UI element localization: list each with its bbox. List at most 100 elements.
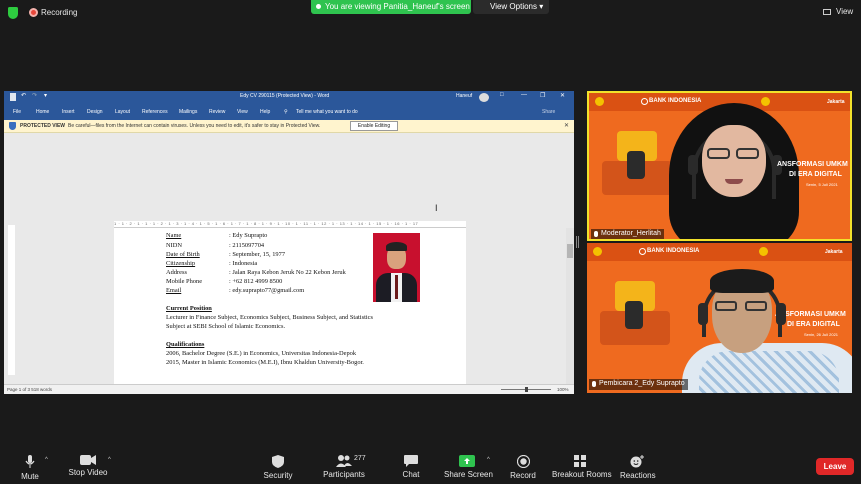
cv-position-line: Subject at SEBI School of Islamic Econom… bbox=[166, 323, 286, 330]
cv-position-line: Lecturer in Finance Subject, Economics S… bbox=[166, 314, 373, 321]
view-options-label: View Options bbox=[490, 2, 537, 11]
ribbon-tabs: File Home Insert Design Layout Reference… bbox=[4, 104, 574, 120]
video-tile-speaker[interactable]: BANK INDONESIA Jakarta ANSFORMASI UMKM D… bbox=[587, 243, 852, 393]
event-illustration bbox=[595, 281, 675, 356]
participants-button[interactable]: Participants bbox=[322, 446, 366, 479]
breakout-rooms-button[interactable]: Breakout Rooms bbox=[552, 446, 612, 479]
tab-layout[interactable]: Layout bbox=[115, 109, 130, 115]
quick-access-menu-icon[interactable]: ▾ bbox=[44, 92, 47, 99]
ribbon-display-icon[interactable]: □ bbox=[500, 92, 504, 98]
undo-icon[interactable]: ↶ bbox=[21, 92, 26, 99]
meeting-toolbar: Mute ^ Stop Video ^ Security Participant… bbox=[0, 446, 861, 484]
protected-view-bar: PROTECTED VIEW Be careful—files from the… bbox=[4, 120, 574, 133]
jakarta-logo: Jakarta bbox=[827, 99, 845, 105]
logo-seal-icon bbox=[761, 97, 770, 106]
chat-label: Chat bbox=[402, 470, 420, 479]
bank-indonesia-logo-icon bbox=[641, 98, 648, 105]
save-icon[interactable] bbox=[10, 93, 16, 101]
zoom-slider-thumb[interactable] bbox=[525, 387, 528, 392]
mic-icon bbox=[594, 231, 598, 237]
avatar[interactable] bbox=[479, 93, 489, 102]
cv-qualifications-heading: Qualifications bbox=[166, 341, 205, 348]
word-user-name: Haneuf bbox=[456, 93, 473, 99]
tab-view[interactable]: View bbox=[237, 109, 248, 115]
tab-review[interactable]: Review bbox=[209, 109, 225, 115]
smiley-plus-icon bbox=[630, 455, 644, 468]
mute-button[interactable]: Mute bbox=[16, 446, 44, 481]
zoom-level[interactable]: 100% bbox=[557, 387, 569, 392]
reactions-button[interactable]: Reactions bbox=[620, 446, 656, 480]
breakout-rooms-label: Breakout Rooms bbox=[552, 470, 612, 479]
tab-insert[interactable]: Insert bbox=[62, 109, 75, 115]
cv-qualification-line: 2006, Bachelor Degree (S.E.) in Economic… bbox=[166, 350, 357, 357]
jakarta-logo: Jakarta bbox=[825, 249, 843, 255]
logo-seal-icon bbox=[759, 247, 768, 256]
screen-share-banner: You are viewing Panitia_Haneuf's screen bbox=[311, 0, 471, 14]
scrollbar-thumb[interactable] bbox=[567, 244, 573, 258]
tab-references[interactable]: References bbox=[142, 109, 168, 115]
share-screen-icon bbox=[459, 455, 475, 467]
tab-mailings[interactable]: Mailings bbox=[179, 109, 197, 115]
cv-value-nidn: : 2115097704 bbox=[229, 242, 265, 249]
ruler-ticks: 1 · 1 · 2 · 1 · 1 · 1 · 2 · 1 · 3 · 1 · … bbox=[114, 221, 419, 226]
cv-value-citizenship: : Indonesia bbox=[229, 260, 258, 267]
close-icon[interactable]: ✕ bbox=[560, 92, 565, 99]
close-icon[interactable]: ✕ bbox=[564, 122, 569, 129]
panel-splitter-handle[interactable] bbox=[576, 236, 579, 248]
enable-editing-button[interactable]: Enable Editing bbox=[350, 121, 398, 131]
video-camera-icon bbox=[80, 455, 96, 465]
tab-design[interactable]: Design bbox=[87, 109, 103, 115]
mute-label: Mute bbox=[21, 472, 39, 481]
security-button[interactable]: Security bbox=[262, 446, 294, 480]
bank-name: BANK INDONESIA bbox=[649, 98, 702, 104]
document-page[interactable]: Name : Edy Suprapto NIDN : 2115097704 Da… bbox=[114, 228, 466, 384]
chat-button[interactable]: Chat bbox=[399, 446, 423, 479]
tab-file[interactable]: File bbox=[13, 109, 21, 115]
minimize-icon[interactable]: — bbox=[521, 92, 527, 98]
cv-label-mobile: Mobile Phone bbox=[166, 278, 203, 285]
word-window-title: Edy CV 290115 (Protected View) - Word bbox=[240, 93, 330, 99]
shield-icon bbox=[272, 455, 284, 468]
share-button[interactable]: Share bbox=[542, 109, 555, 115]
event-date: Senin, 5 Juli 2021 bbox=[806, 182, 838, 187]
view-options-button[interactable]: View Options ▾ bbox=[473, 0, 549, 14]
security-label: Security bbox=[263, 471, 293, 480]
tab-help[interactable]: Help bbox=[260, 109, 270, 115]
tell-me-search[interactable]: Tell me what you want to do bbox=[296, 109, 358, 115]
record-button[interactable]: Record bbox=[509, 446, 537, 480]
share-screen-button[interactable]: Share Screen bbox=[444, 446, 493, 479]
security-shield-icon[interactable] bbox=[8, 7, 18, 19]
logo-seal-icon bbox=[595, 97, 604, 106]
event-illustration bbox=[597, 131, 677, 206]
cv-value-dob: : September, 15, 1977 bbox=[229, 251, 286, 258]
recording-icon bbox=[29, 8, 38, 17]
webinar-banner: BANK INDONESIA Jakarta bbox=[587, 243, 852, 261]
leave-button[interactable]: Leave bbox=[816, 458, 854, 475]
chevron-up-icon[interactable]: ^ bbox=[487, 457, 490, 463]
event-date: Senin, 26 Juli 2021 bbox=[804, 332, 839, 337]
shield-icon bbox=[9, 122, 16, 130]
chevron-up-icon[interactable]: ^ bbox=[108, 457, 111, 463]
vertical-scrollbar[interactable] bbox=[566, 228, 574, 384]
protected-view-message: Be careful—files from the Internet can c… bbox=[68, 123, 321, 129]
cv-label-citizenship: Citizenship bbox=[166, 260, 196, 267]
stop-video-button[interactable]: Stop Video bbox=[66, 446, 110, 477]
event-title: ANSFORMASI UMKM bbox=[777, 161, 848, 168]
shared-screen: ↶ ↷ ▾ Edy CV 290115 (Protected View) - W… bbox=[4, 91, 574, 394]
grid-view-icon[interactable] bbox=[823, 9, 831, 15]
cv-label-address: Address bbox=[166, 269, 187, 276]
tab-home[interactable]: Home bbox=[36, 109, 49, 115]
chevron-up-icon[interactable]: ^ bbox=[45, 457, 48, 463]
cv-qualification-line: 2015, Master in Islamic Economics (M.E.I… bbox=[166, 359, 364, 366]
restore-icon[interactable]: ❐ bbox=[540, 92, 545, 99]
logo-seal-icon bbox=[593, 247, 602, 256]
record-icon bbox=[516, 455, 530, 468]
protected-view-label: PROTECTED VIEW bbox=[20, 123, 66, 129]
participants-label: Participants bbox=[323, 470, 365, 479]
video-tile-moderator[interactable]: BANK INDONESIA Jakarta ANSFORMASI UMKM D… bbox=[587, 91, 852, 241]
stop-video-label: Stop Video bbox=[68, 468, 108, 477]
event-subtitle: DI ERA DIGITAL bbox=[789, 171, 842, 178]
redo-icon[interactable]: ↷ bbox=[32, 92, 37, 99]
event-subtitle: DI ERA DIGITAL bbox=[787, 321, 840, 328]
view-button[interactable]: View bbox=[836, 7, 853, 16]
